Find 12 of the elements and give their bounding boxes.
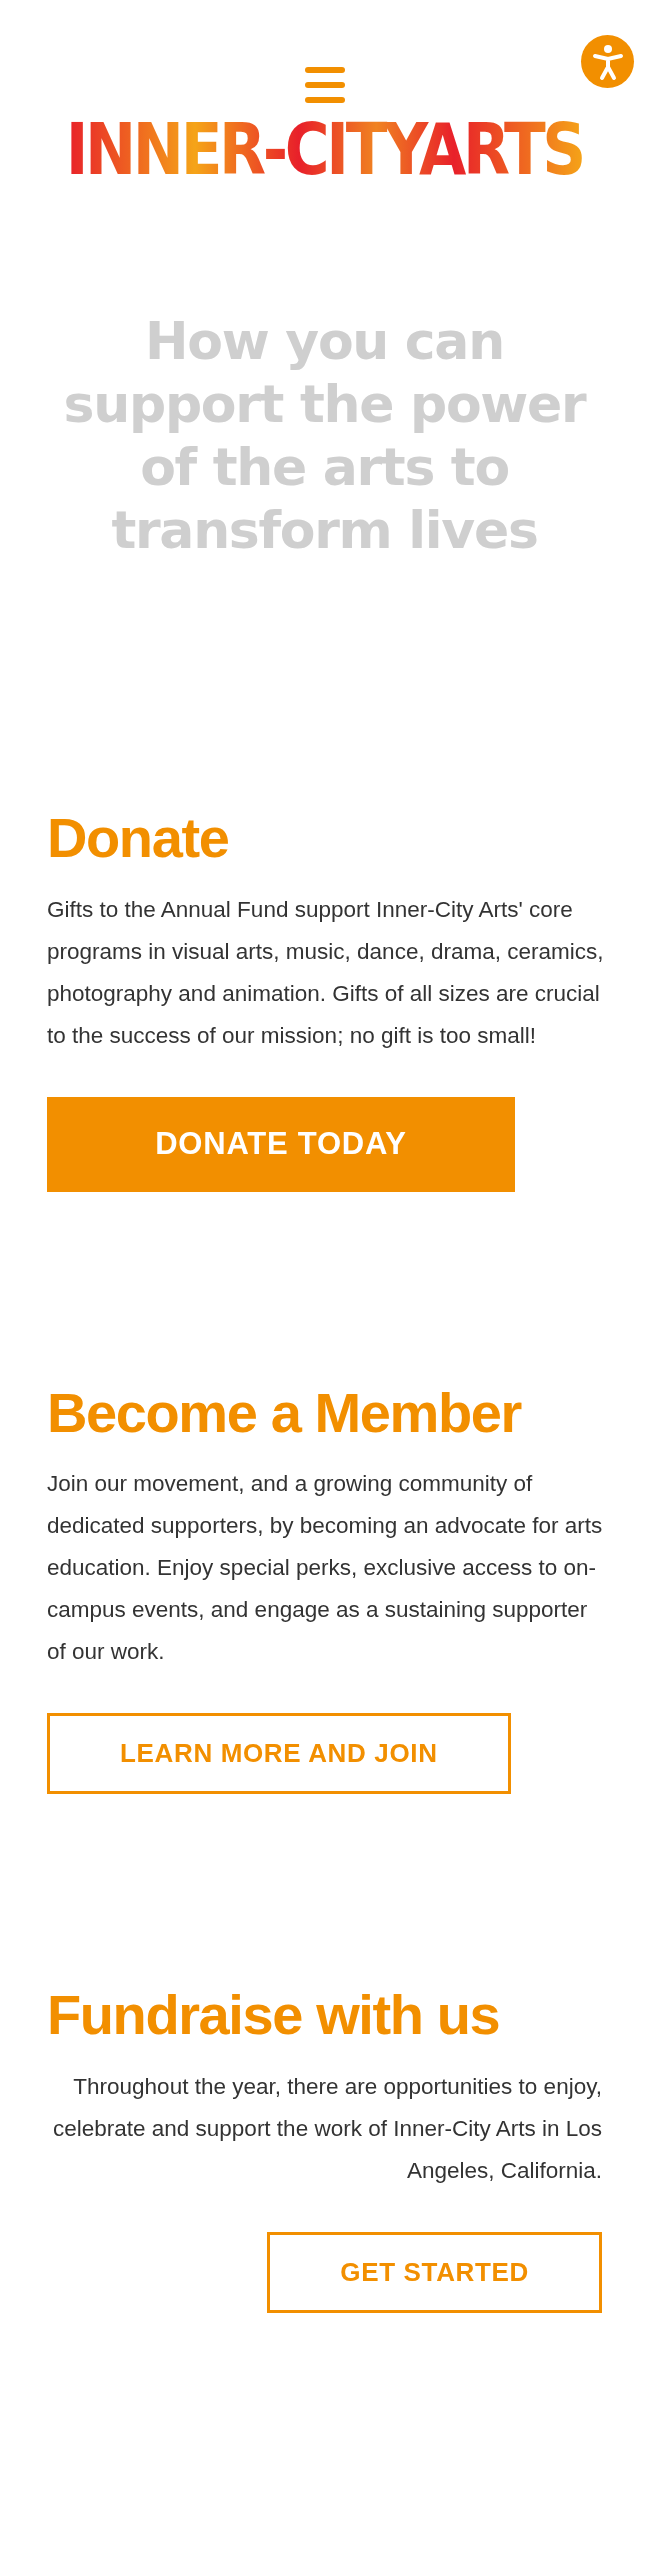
section-heading: Fundraise with us xyxy=(47,1984,500,2046)
accessibility-icon xyxy=(590,42,625,81)
section-heading: Donate xyxy=(47,807,229,869)
section-description: Throughout the year, there are opportunities to enjoy, celebrate and support the work of Inner-City Arts in Los Angeles, California. xyxy=(51,2072,602,2185)
menu-icon[interactable] xyxy=(304,67,345,103)
section-description: Gifts to the Annual Fund support Inner-City Arts' core programs in visual arts, music, dance, drama, ceramics, photography and animation. Gifts of all sizes are crucial to the success of our mission; no gift is too small! xyxy=(47,895,605,1050)
accessibility-button[interactable] xyxy=(581,35,634,88)
section-description: Join our movement, and a growing community of dedicated supporters, by becoming an advocate for arts education. Enjoy special perks, exclusive access to on-campus events, and engage as a sustaining supporter of our work. xyxy=(47,1470,604,1667)
call-to-action-button[interactable]: LEARN MORE AND JOIN xyxy=(47,1713,511,1795)
call-to-action-button[interactable]: DONATE TODAY xyxy=(47,1096,515,1192)
call-to-action-button[interactable]: GET STARTED xyxy=(267,2231,602,2313)
section-heading: Become a Member xyxy=(47,1381,521,1444)
